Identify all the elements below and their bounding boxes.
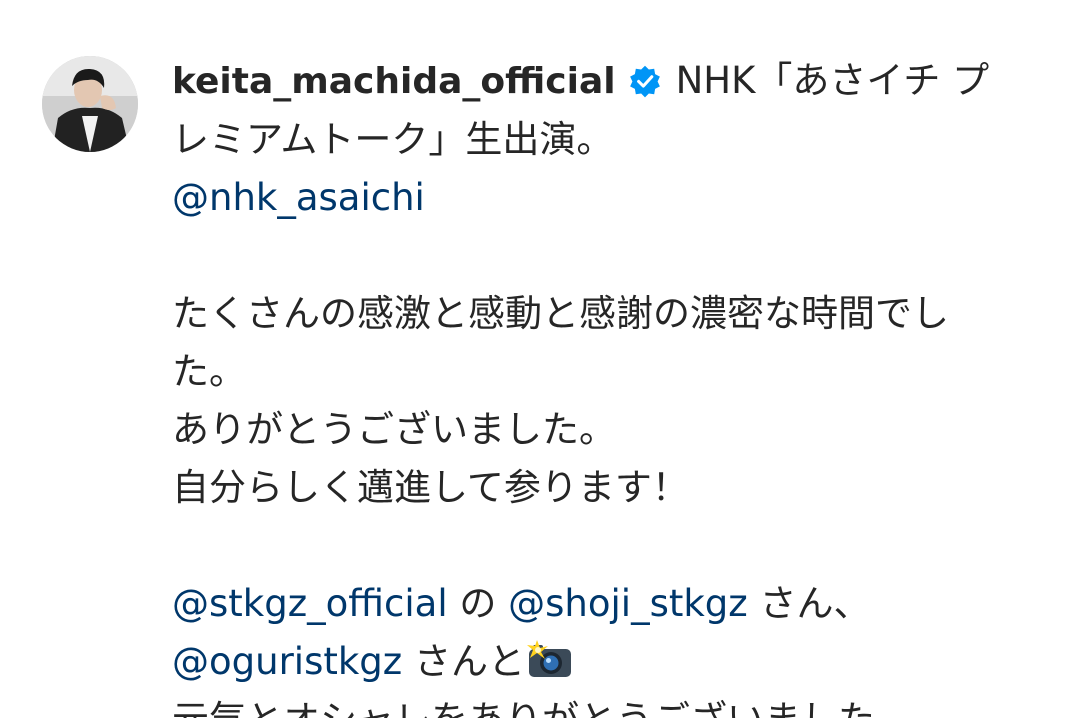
verified-badge-icon [629,65,660,98]
avatar-photo [42,56,138,152]
username-link[interactable]: keita_machida_official [172,61,616,102]
caption-line: keita_machida_official NHK「あさイチ プ [172,52,992,111]
caption-closing-line: 元気とオシャレをありがとうございました。 [172,691,992,718]
caption-body-line-3: ありがとうございました。 [172,408,616,451]
particle-no: の [459,582,497,625]
caption-title-line-2: レミアムトーク」生出演。 [172,118,614,161]
mention-shoji-stkgz[interactable]: @shoji_stkgz [508,582,748,625]
caption-body-line-4: 自分らしく邁進して参ります！ [172,466,689,509]
caption-title-line-1: NHK「あさイチ プ [675,59,990,102]
camera-flash-emoji-icon [526,640,571,677]
san-comma-text: さん、 [759,582,871,625]
san-to-text: さんと [413,640,525,683]
mention-oguristkgz[interactable]: @oguristkgz [172,640,402,683]
caption-body-line-2: た。 [172,350,246,393]
mention-stkgz-official[interactable]: @stkgz_official [172,582,448,625]
avatar[interactable] [42,56,138,152]
post-caption: keita_machida_official NHK「あさイチ プ レミアムトーク… [172,52,992,718]
mention-nhk-asaichi[interactable]: @nhk_asaichi [172,176,425,219]
caption-body-line-1: たくさんの感激と感動と感謝の濃密な時間でし [172,292,949,335]
